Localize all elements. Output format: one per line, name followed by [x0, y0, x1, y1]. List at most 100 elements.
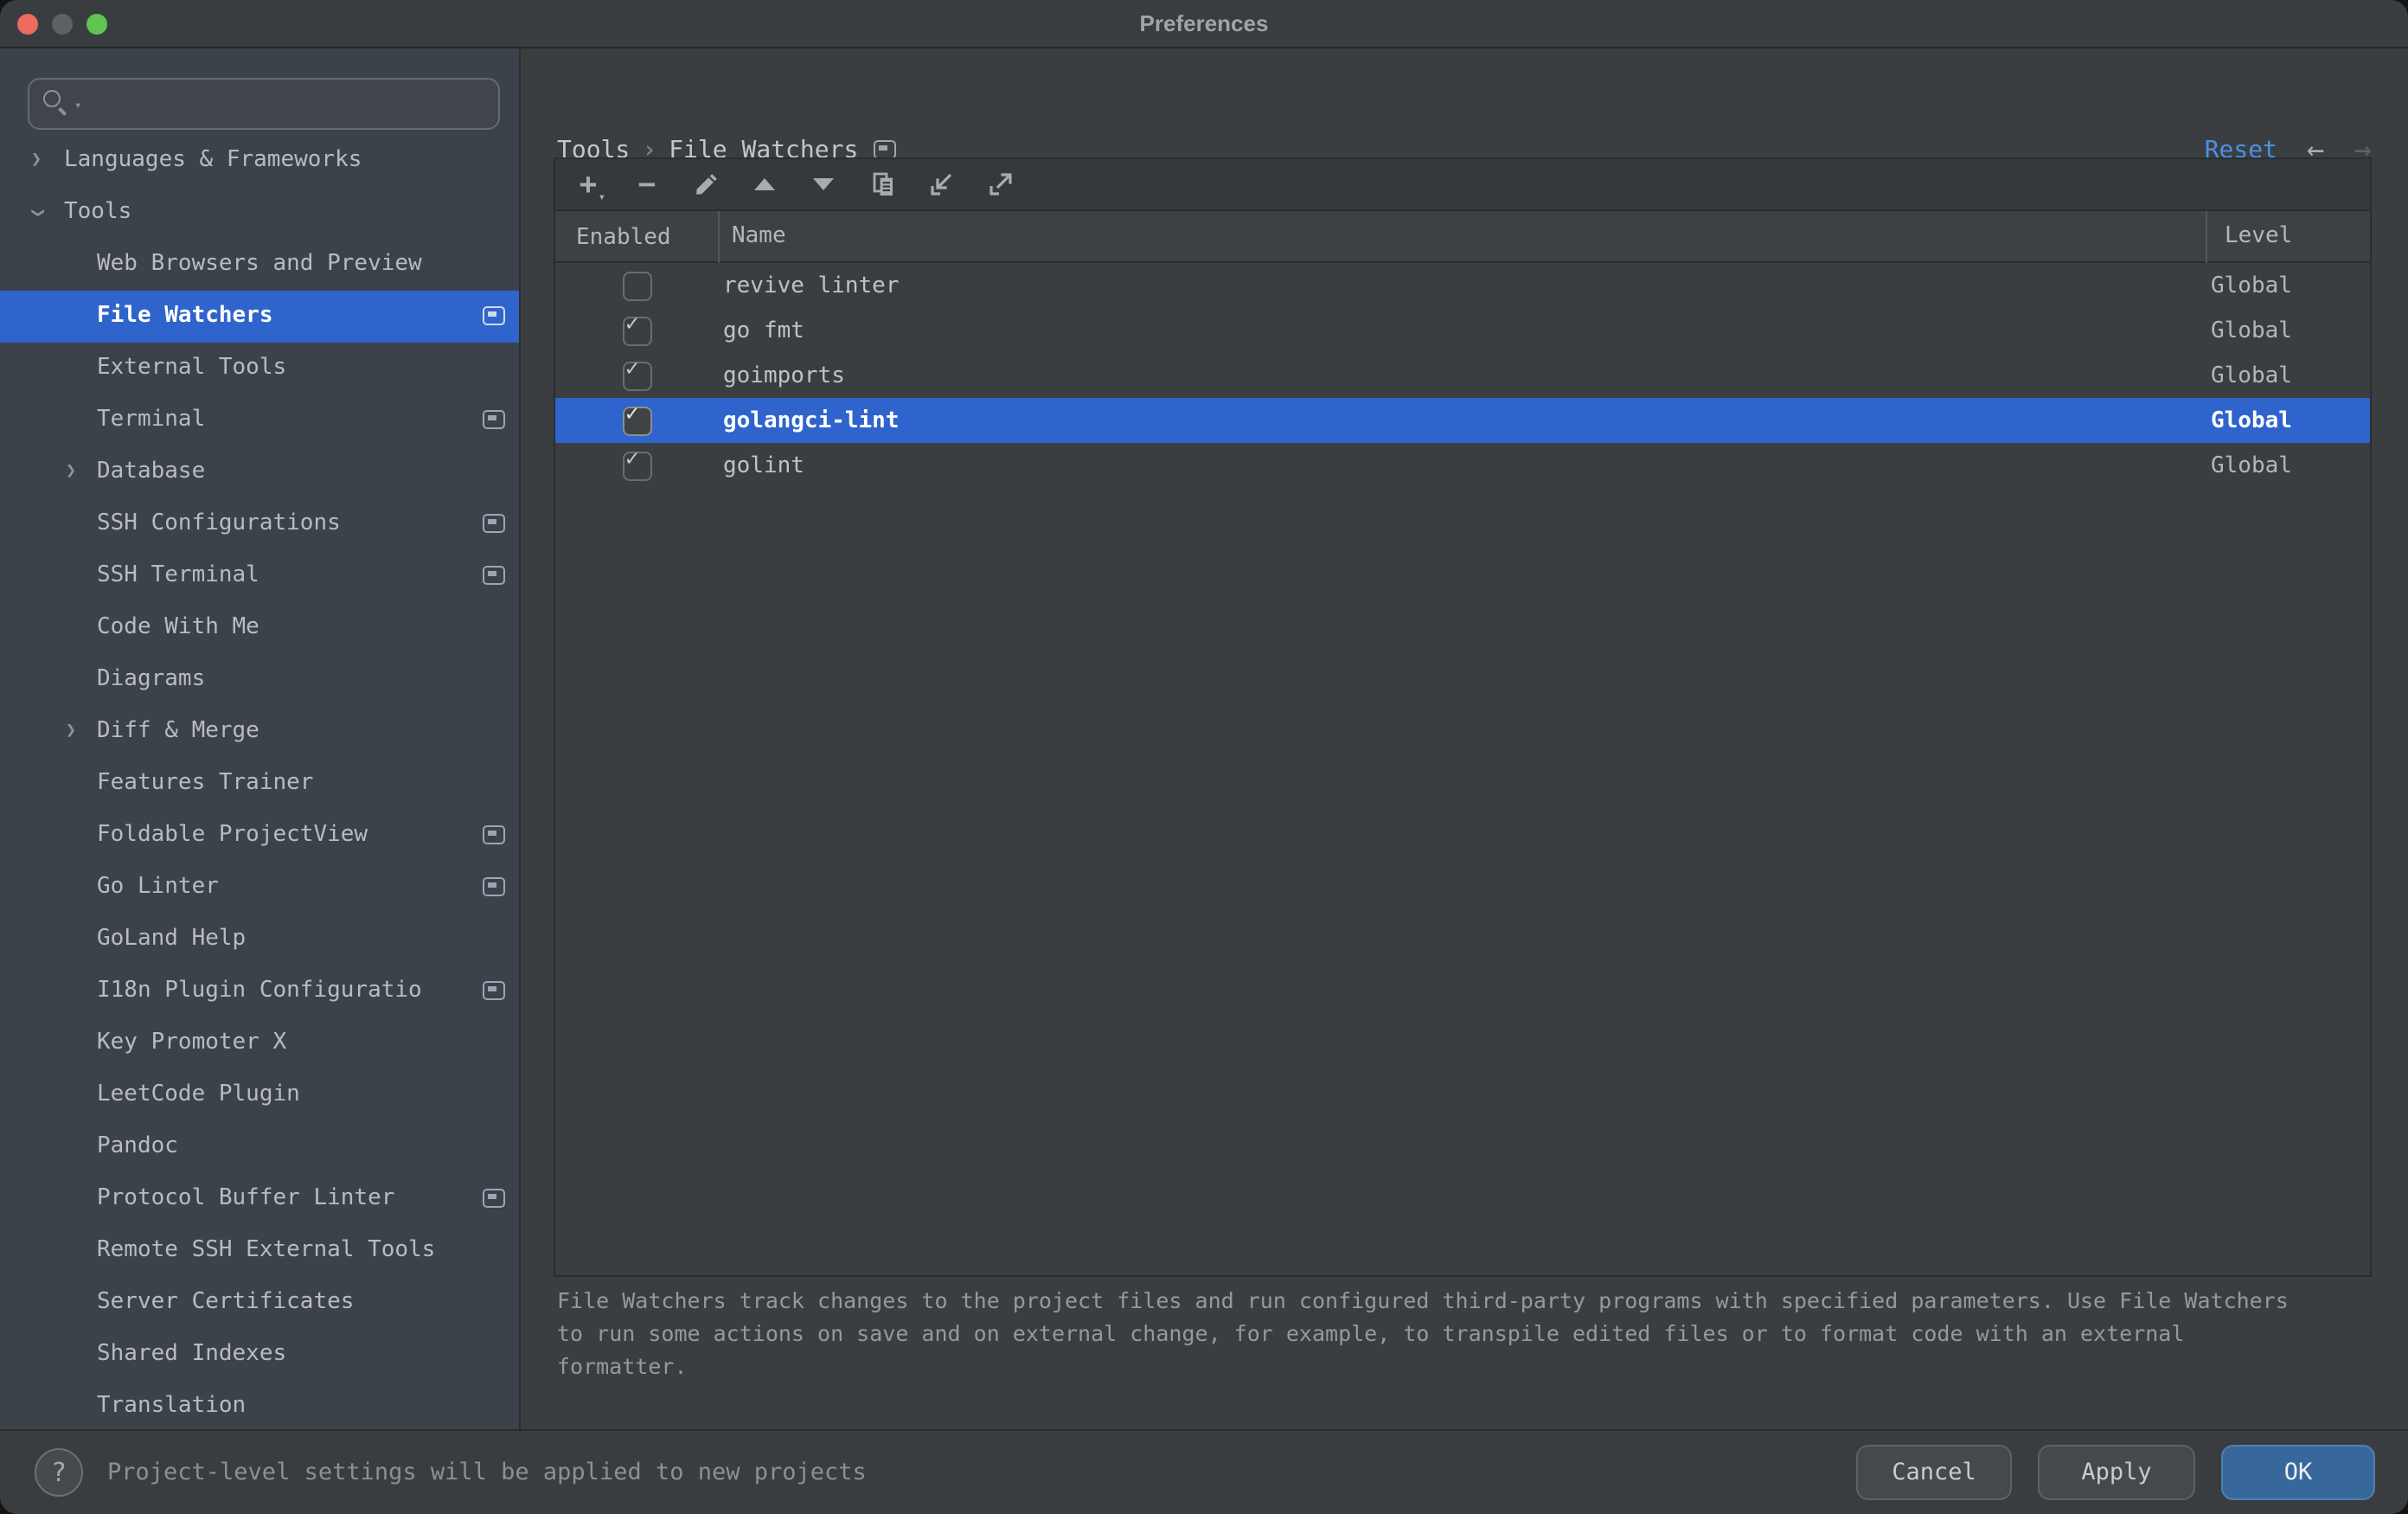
watcher-level: Global	[2206, 407, 2370, 433]
per-project-settings-icon	[483, 825, 505, 844]
sidebar-item-languages-frameworks[interactable]: ❯Languages & Frameworks	[0, 135, 521, 187]
table-row-golangci-lint[interactable]: golangci-lintGlobal	[555, 398, 2370, 443]
sidebar-item-pandoc[interactable]: Pandoc	[0, 1121, 521, 1173]
sidebar-item-server-certificates[interactable]: Server Certificates	[0, 1277, 521, 1329]
edit-icon[interactable]	[687, 164, 725, 205]
watcher-level: Global	[2206, 318, 2370, 343]
search-input[interactable]	[106, 81, 490, 126]
sidebar-item-diagrams[interactable]: Diagrams	[0, 654, 521, 706]
export-icon[interactable]	[981, 164, 1019, 205]
cancel-button[interactable]: Cancel	[1856, 1445, 2012, 1500]
sidebar-item-ssh-configurations[interactable]: SSH Configurations	[0, 498, 521, 550]
settings-sidebar: ▾ ❯Languages & Frameworks❯ToolsWeb Brows…	[0, 48, 521, 1429]
minimize-button[interactable]	[52, 14, 73, 35]
add-dropdown-caret-icon: ▾	[599, 189, 605, 203]
table-header: Enabled Name Level	[555, 211, 2370, 263]
move-down-icon[interactable]	[804, 164, 842, 205]
sidebar-item-label: Key Promoter X	[97, 1017, 286, 1069]
watcher-enabled-checkbox[interactable]	[622, 451, 651, 480]
table-row-golint[interactable]: golintGlobal	[555, 443, 2370, 488]
watcher-name: go fmt	[718, 318, 2206, 343]
watcher-name: goimports	[718, 362, 2206, 388]
import-icon[interactable]	[922, 164, 960, 205]
sidebar-item-external-tools[interactable]: External Tools	[0, 343, 521, 395]
sidebar-item-go-linter[interactable]: Go Linter	[0, 862, 521, 914]
description-line: File Watchers track changes to the proje…	[557, 1284, 2289, 1317]
sidebar-item-remote-ssh-external-tools[interactable]: Remote SSH External Tools	[0, 1225, 521, 1277]
sidebar-item-label: SSH Configurations	[97, 498, 341, 550]
dialog-footer: ? Project-level settings will be applied…	[0, 1429, 2408, 1514]
table-row-revive-linter[interactable]: revive linterGlobal	[555, 263, 2370, 308]
sidebar-item-tools[interactable]: ❯Tools	[0, 187, 521, 239]
down-triangle	[813, 178, 834, 190]
per-project-settings-icon	[483, 410, 505, 429]
move-up-icon[interactable]	[746, 164, 784, 205]
column-header-name[interactable]: Name	[718, 211, 2206, 263]
chevron-right-icon[interactable]: ❯	[66, 446, 76, 498]
search-icon	[43, 90, 61, 107]
sidebar-item-key-promoter-x[interactable]: Key Promoter X	[0, 1017, 521, 1069]
sidebar-item-shared-indexes[interactable]: Shared Indexes	[0, 1329, 521, 1381]
sidebar-item-translation[interactable]: Translation	[0, 1381, 521, 1429]
traffic-lights	[17, 14, 107, 35]
help-icon[interactable]: ?	[35, 1448, 83, 1497]
column-header-level[interactable]: Level	[2206, 211, 2370, 263]
enabled-cell	[555, 406, 718, 435]
ok-button[interactable]: OK	[2221, 1445, 2375, 1500]
zoom-button[interactable]	[86, 14, 107, 35]
sidebar-item-label: File Watchers	[97, 291, 273, 343]
column-header-enabled[interactable]: Enabled	[555, 224, 718, 250]
sidebar-item-label: Web Browsers and Preview	[97, 239, 422, 291]
settings-content: Tools›File Watchers Reset ← → + ▾ −	[521, 48, 2408, 1429]
table-rows: revive linterGlobalgo fmtGlobalgoimports…	[555, 263, 2370, 488]
sidebar-item-features-trainer[interactable]: Features Trainer	[0, 758, 521, 810]
sidebar-item-label: Remote SSH External Tools	[97, 1225, 435, 1277]
sidebar-item-label: Features Trainer	[97, 758, 313, 810]
watcher-enabled-checkbox[interactable]	[622, 361, 651, 390]
sidebar-item-leetcode-plugin[interactable]: LeetCode Plugin	[0, 1069, 521, 1121]
per-project-settings-icon	[483, 981, 505, 1000]
chevron-down-icon[interactable]: ❯	[10, 208, 62, 218]
table-row-go-fmt[interactable]: go fmtGlobal	[555, 308, 2370, 353]
sidebar-item-goland-help[interactable]: GoLand Help	[0, 914, 521, 965]
close-button[interactable]	[17, 14, 38, 35]
settings-tree: ❯Languages & Frameworks❯ToolsWeb Browser…	[0, 135, 521, 1429]
enabled-cell	[555, 361, 718, 390]
search-options-caret-icon[interactable]: ▾	[74, 99, 81, 112]
plus-glyph: +	[580, 167, 598, 202]
chevron-right-icon[interactable]: ❯	[66, 706, 76, 758]
sidebar-item-label: Terminal	[97, 395, 205, 446]
sidebar-item-database[interactable]: ❯Database	[0, 446, 521, 498]
watcher-enabled-checkbox[interactable]	[622, 406, 651, 435]
sidebar-item-label: LeetCode Plugin	[97, 1069, 300, 1121]
sidebar-item-label: GoLand Help	[97, 914, 246, 965]
sidebar-item-i18n-plugin-configuratio[interactable]: I18n Plugin Configuratio	[0, 965, 521, 1017]
add-icon[interactable]: + ▾	[569, 164, 607, 205]
minus-glyph: −	[638, 167, 656, 202]
sidebar-item-diff-merge[interactable]: ❯Diff & Merge	[0, 706, 521, 758]
sidebar-item-label: I18n Plugin Configuratio	[97, 965, 422, 1017]
sidebar-item-ssh-terminal[interactable]: SSH Terminal	[0, 550, 521, 602]
watcher-enabled-checkbox[interactable]	[622, 271, 651, 300]
table-row-goimports[interactable]: goimportsGlobal	[555, 353, 2370, 398]
sidebar-item-terminal[interactable]: Terminal	[0, 395, 521, 446]
enabled-cell	[555, 316, 718, 345]
per-project-settings-icon	[483, 1189, 505, 1208]
settings-search-box[interactable]: ▾	[28, 78, 500, 130]
remove-icon[interactable]: −	[628, 164, 666, 205]
sidebar-item-code-with-me[interactable]: Code With Me	[0, 602, 521, 654]
watcher-name: golint	[718, 452, 2206, 478]
apply-button[interactable]: Apply	[2038, 1445, 2195, 1500]
sidebar-item-foldable-projectview[interactable]: Foldable ProjectView	[0, 810, 521, 862]
watcher-enabled-checkbox[interactable]	[622, 316, 651, 345]
sidebar-item-label: Code With Me	[97, 602, 259, 654]
sidebar-item-label: Diagrams	[97, 654, 205, 706]
file-watchers-description: File Watchers track changes to the proje…	[557, 1284, 2289, 1382]
sidebar-item-file-watchers[interactable]: File Watchers	[0, 291, 521, 343]
sidebar-item-web-browsers-and-preview[interactable]: Web Browsers and Preview	[0, 239, 521, 291]
chevron-right-icon[interactable]: ❯	[31, 135, 42, 187]
window-title: Preferences	[0, 0, 2408, 48]
sidebar-item-protocol-buffer-linter[interactable]: Protocol Buffer Linter	[0, 1173, 521, 1225]
sidebar-item-label: Pandoc	[97, 1121, 178, 1173]
duplicate-icon[interactable]	[863, 164, 901, 205]
